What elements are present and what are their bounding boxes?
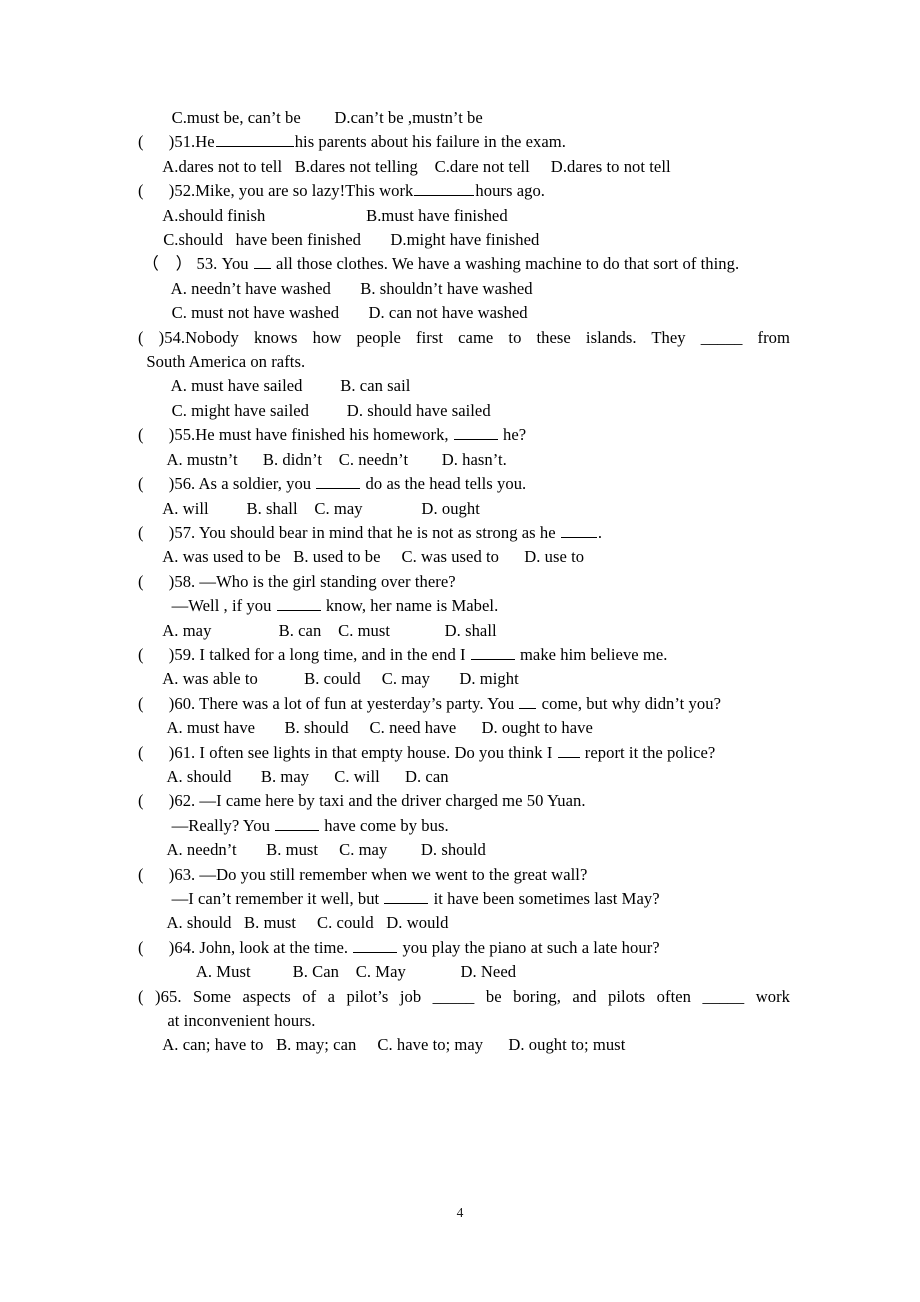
question-64-stem-before: ( )64. John, look at the time. [138, 937, 353, 957]
question-62-blank [275, 815, 320, 831]
question-64-blank [353, 937, 398, 953]
question-65-stem-line2: at inconvenient hours. [138, 1011, 316, 1031]
question-52-stem-after: hours ago. [475, 181, 546, 201]
question-58-options: A. may B. can C. must D. shall [138, 620, 497, 640]
question-63-options: A. should B. must C. could D. would [138, 913, 449, 933]
question-53-blank [253, 253, 271, 270]
question-56-stem-before: ( )56. As a soldier, you [138, 474, 316, 494]
question-57-options: A. was used to be B. used to be C. was u… [138, 547, 585, 567]
question-64-options: A. Must B. Can C. May D. Need [138, 962, 517, 982]
question-56-stem-after: do as the head tells you. [361, 474, 527, 494]
document-page: C.must be, can’t be D.can’t be ,mustn’t … [0, 0, 920, 1302]
question-60-options: A. must have B. should C. need have D. o… [138, 718, 593, 738]
question-64-stem-after: you play the piano at such a late hour? [398, 937, 660, 957]
question-58-stem2-after: know, her name is Mabel. [321, 596, 499, 616]
question-55-options: A. mustn’t B. didn’t C. needn’t D. hasn’… [138, 449, 507, 469]
question-60-stem-after: come, but why didn’t you? [537, 693, 721, 713]
question-59-stem-before: ( )59. I talked for a long time, and in … [138, 644, 470, 664]
question-54-options-cd: C. might have sailed D. should have sail… [138, 400, 491, 420]
question-53-options-cd: C. must not have washed D. can not have … [138, 303, 528, 323]
question-62-options: A. needn’t B. must C. may D. should [138, 840, 486, 860]
question-61-blank [557, 741, 580, 758]
question-53-stem-after: all those clothes. We have a washing mac… [271, 254, 740, 274]
question-52-options-ab: A.should finish B.must have finished [138, 205, 508, 225]
question-54-stem-line1: ( )54.Nobody knows how people first came… [138, 327, 790, 347]
question-65-options: A. can; have to B. may; can C. have to; … [138, 1035, 626, 1055]
question-52-stem: ( )52.Mike, you are so lazy!This work hou… [138, 179, 790, 203]
question-55-stem: ( )55.He must have finished his homework… [138, 423, 790, 447]
question-54-options-ab: A. must have sailed B. can sail [138, 376, 411, 396]
page-number: 4 [456, 1205, 464, 1220]
question-63-stem: ( )63. —Do you still remember when we we… [138, 864, 588, 884]
question-56-blank [316, 473, 361, 490]
question-65-stem-line1: ( )65. Some aspects of a pilot’s job ___… [138, 986, 790, 1006]
question-52-blank [414, 180, 475, 197]
question-58-stem: ( )58. —Who is the girl standing over th… [138, 571, 456, 591]
question-57-stem-before: ( )57. You should bear in mind that he i… [138, 522, 560, 542]
question-53-stem: （ ） 53. You all those clothes. We have a… [138, 252, 790, 276]
question-58-stem2-before: —Well , if you [138, 596, 276, 616]
question-55-stem-after: he? [498, 425, 527, 445]
question-52-stem-before: ( )52.Mike, you are so lazy!This work [138, 181, 414, 201]
question-62-stem2-after: have come by bus. [320, 815, 449, 835]
question-54-stem-line2: South America on rafts. [138, 352, 306, 372]
question-60-stem-before: ( )60. There was a lot of fun at yesterd… [138, 693, 519, 713]
question-57-blank [560, 522, 597, 538]
question-61-options: A. should B. may C. will D. can [138, 766, 449, 786]
worksheet-content: C.must be, can’t be D.can’t be ,mustn’t … [138, 106, 790, 1058]
question-63-stem2-after: it have been sometimes last May? [429, 889, 660, 908]
question-57-stem-after: . [597, 522, 603, 542]
question-56-options: A. will B. shall C. may D. ought [138, 498, 480, 518]
question-51-blank [215, 131, 294, 148]
question-56-stem: ( )56. As a soldier, you do as the head … [138, 472, 790, 496]
question-59-blank [470, 644, 515, 660]
question-51-stem-after: his parents about his failure in the exa… [294, 132, 566, 152]
question-52-options-cd: C.should have been finished D.might have… [138, 230, 540, 250]
carryover-options-line: C.must be, can’t be D.can’t be ,mustn’t … [138, 108, 483, 127]
question-57-stem: ( )57. You should bear in mind that he i… [138, 521, 790, 545]
question-62-stem: ( )62. —I came here by taxi and the driv… [138, 791, 586, 811]
question-53-options-ab: A. needn’t have washed B. shouldn’t have… [138, 278, 533, 298]
question-61-stem-after: report it the police? [580, 742, 716, 762]
question-59-stem-after: make him believe me. [515, 644, 668, 664]
question-59-options: A. was able to B. could C. may D. might [138, 669, 519, 689]
question-62-stem2-before: —Really? You [138, 815, 275, 835]
question-63-blank [384, 888, 429, 904]
question-64-stem: ( )64. John, look at the time. you play … [138, 936, 790, 960]
question-58-stem-line2: —Well , if you know, her name is Mabel. [138, 594, 790, 618]
question-63-stem-line2: —I can’t remember it well, but it have b… [138, 887, 790, 911]
question-55-blank [453, 424, 498, 441]
question-51-stem: ( )51.He his parents about his failure in… [138, 130, 790, 154]
question-60-stem: ( )60. There was a lot of fun at yesterd… [138, 692, 790, 716]
question-62-stem-line2: —Really? You have come by bus. [138, 814, 790, 838]
question-60-blank [519, 692, 537, 709]
question-61-stem: ( )61. I often see lights in that empty … [138, 741, 790, 765]
question-59-stem: ( )59. I talked for a long time, and in … [138, 643, 790, 667]
question-58-blank [276, 595, 321, 612]
question-55-stem-before: ( )55.He must have finished his homework… [138, 425, 453, 445]
question-51-stem-before: ( )51.He [138, 132, 215, 152]
question-61-stem-before: ( )61. I often see lights in that empty … [138, 742, 557, 762]
question-63-stem2-before: —I can’t remember it well, but [138, 889, 384, 908]
question-51-options: A.dares not to tell B.dares not telling … [138, 156, 671, 176]
question-53-stem-before: （ ） 53. You [138, 254, 253, 274]
